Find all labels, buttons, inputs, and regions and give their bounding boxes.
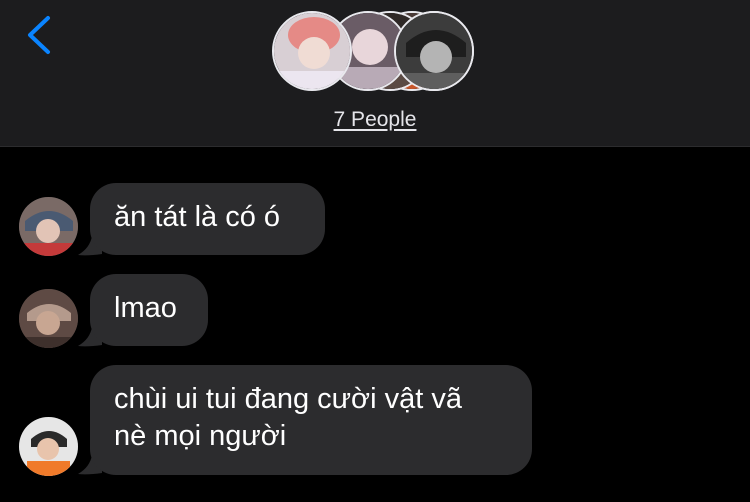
message-bubble[interactable]: lmao [90,274,208,346]
sender-avatar[interactable] [19,197,78,256]
chevron-left-icon [28,16,50,54]
group-member-avatar [394,11,474,91]
group-member-avatar [272,11,352,91]
group-members-link[interactable]: 7 People [0,108,750,132]
group-avatar-stack[interactable] [272,11,478,95]
message-bubble[interactable]: chùi ui tui đang cười vật vã nè mọi ngườ… [90,365,532,475]
sender-avatar[interactable] [19,417,78,476]
message-bubble[interactable]: ăn tát là có ó [90,183,325,255]
back-button[interactable] [22,14,58,58]
conversation-header: 7 People [0,0,750,147]
sender-avatar[interactable] [19,289,78,348]
